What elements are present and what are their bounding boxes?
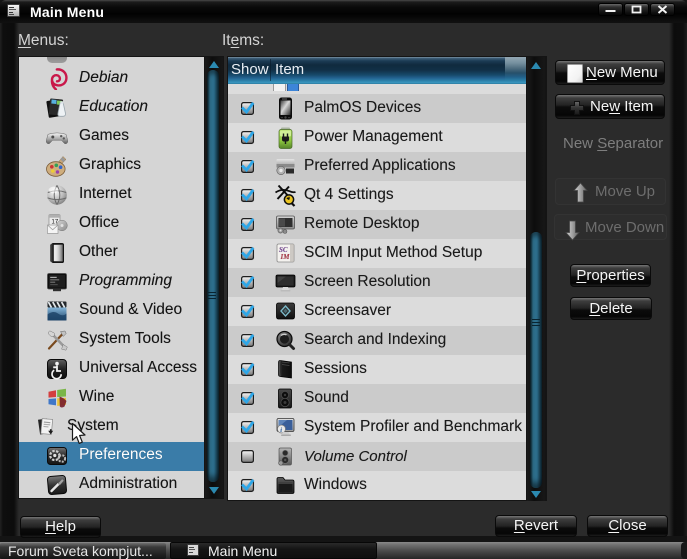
svg-text:IM: IM bbox=[280, 253, 291, 261]
svg-text:i: i bbox=[280, 427, 282, 434]
